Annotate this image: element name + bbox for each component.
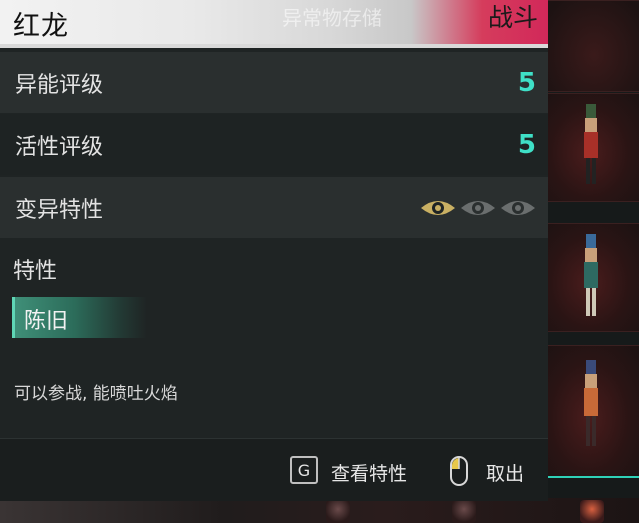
stat-label: 变异特性 (15, 197, 104, 223)
action-footer: G 查看特性 取出 (0, 438, 548, 501)
stat-label: 活性评级 (15, 134, 104, 160)
mouse-left-click-icon (450, 456, 468, 486)
nutcracker-figure-icon (584, 234, 598, 316)
eye-icon-inactive (501, 200, 535, 215)
stat-row-ability-rating: 异能评级 5 (0, 52, 548, 113)
view-traits-button[interactable]: 查看特性 (331, 459, 407, 486)
panel-header: 红龙 异常物存储 战斗 (0, 0, 548, 48)
background-mini-figure (580, 500, 604, 523)
header-background-text: 异常物存储 (282, 6, 382, 30)
background-mini-figure (326, 500, 350, 523)
background-card-figure-1[interactable] (548, 93, 639, 202)
stat-value: 5 (517, 67, 536, 98)
nutcracker-figure-icon (584, 104, 598, 184)
item-description: 可以参战, 能喷吐火焰 (14, 384, 178, 404)
view-traits-key-hint[interactable]: G (290, 456, 318, 484)
item-name: 红龙 (13, 11, 69, 42)
background-mini-figure (452, 500, 476, 523)
stat-row-activity-rating: 活性评级 5 (0, 114, 548, 175)
background-card-figure-3[interactable] (548, 345, 639, 478)
eye-icon-active (421, 200, 455, 215)
background-bottom-strip (0, 498, 639, 523)
trait-chip-label: 陈旧 (24, 309, 69, 334)
trait-chip[interactable]: 陈旧 (12, 297, 147, 338)
traits-heading: 特性 (13, 259, 58, 284)
stat-row-mutation-trait: 变异特性 (0, 177, 548, 238)
item-detail-panel: 红龙 异常物存储 战斗 异能评级 5 活性评级 5 变异特性 特性 陈旧 可以参… (0, 0, 548, 501)
nutcracker-figure-icon (584, 360, 598, 446)
background-card (548, 0, 639, 92)
stat-label: 异能评级 (15, 72, 104, 98)
mutation-eye-rating (420, 198, 536, 218)
take-out-button[interactable]: 取出 (486, 459, 524, 486)
category-tag: 战斗 (487, 3, 538, 32)
stat-value: 5 (517, 129, 536, 160)
eye-icon-inactive (461, 200, 495, 215)
background-card-figure-2[interactable] (548, 223, 639, 332)
